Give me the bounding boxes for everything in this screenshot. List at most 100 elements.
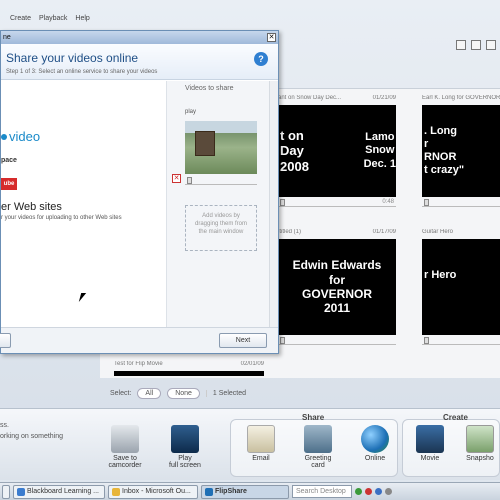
task-label: Blackboard Learning ...: [27, 488, 99, 495]
status-text: ss. orking on something: [0, 421, 63, 442]
service-label: video: [9, 129, 41, 144]
large-view-icon[interactable]: [486, 40, 496, 50]
dialog-title: Share your videos online: [6, 51, 139, 65]
flipshare-icon: [205, 487, 213, 496]
tile-thumbnail[interactable]: . Long r RNOR t crazy": [422, 105, 500, 197]
tile-date: 01/21/09: [372, 95, 396, 101]
tile-thumbnail[interactable]: r Hero: [422, 239, 500, 335]
scrub-knob[interactable]: [424, 199, 429, 206]
tile-date: 02/01/09: [240, 361, 264, 367]
clip-scrubber[interactable]: [185, 177, 257, 185]
tile-header: Earl K. Long for GOVERNOR: [422, 95, 500, 105]
tile-thumbnail[interactable]: Edwin Edwards for GOVERNOR 2011: [278, 239, 396, 335]
desktop-search-input[interactable]: Search Desktop: [292, 485, 352, 498]
close-icon[interactable]: ✕: [267, 33, 276, 42]
select-label: Select:: [110, 389, 132, 397]
tile-header: Test for Flip Movie 02/01/09: [114, 361, 264, 371]
play-fullscreen-button[interactable]: Play full screen: [160, 425, 210, 469]
service-myspace[interactable]: pace: [1, 157, 17, 164]
video-tile[interactable]: Guitar Hero r Hero: [422, 229, 500, 345]
dialog-titlebar[interactable]: ne ✕: [1, 31, 278, 44]
scrub-knob[interactable]: [187, 177, 192, 184]
grid-view-icon[interactable]: [471, 40, 481, 50]
menu-help[interactable]: Help: [75, 15, 89, 22]
selection-bar: Select: All None 1 Selected: [100, 384, 500, 402]
scrub-knob[interactable]: [280, 337, 285, 344]
menubar: Create Playback Help: [0, 10, 500, 26]
select-all-button[interactable]: All: [137, 387, 162, 399]
select-none-button[interactable]: None: [167, 387, 200, 399]
task-flipshare[interactable]: FlipShare: [201, 484, 289, 499]
remove-clip-icon[interactable]: ✕: [172, 174, 181, 183]
snapshot-icon: [466, 425, 494, 453]
create-section-title: Create: [443, 413, 468, 422]
task-outlook[interactable]: Inbox - Microsoft Ou...: [108, 484, 198, 499]
tray-icon[interactable]: [385, 488, 392, 495]
tile-scrubber[interactable]: 0:48: [350, 199, 396, 207]
view-toolbar: [456, 40, 496, 50]
tile-title: Earl K. Long for GOVERNOR: [422, 95, 500, 101]
video-tile[interactable]: ititled (1) 01/17/09 Edwin Edwards for G…: [278, 229, 396, 345]
help-icon[interactable]: ?: [254, 52, 268, 66]
play-fullscreen-icon: [171, 425, 199, 453]
next-button[interactable]: Next: [219, 333, 267, 348]
action-label: Movie: [420, 455, 440, 462]
dialog-scrollbar[interactable]: [269, 81, 278, 331]
clip-thumbnail[interactable]: [185, 121, 257, 174]
scrub-knob[interactable]: [280, 199, 285, 206]
selected-count: 1 Selected: [205, 389, 246, 397]
action-label: Email: [252, 455, 270, 462]
tile-thumbnail[interactable]: [114, 371, 264, 376]
menu-create[interactable]: Create: [10, 15, 31, 22]
video-tile[interactable]: Lamo Snow Dec. 1 0:48: [350, 105, 396, 207]
tray-icon[interactable]: [355, 488, 362, 495]
greeting-card-button[interactable]: Greeting card: [293, 425, 343, 469]
tray-icon[interactable]: [365, 488, 372, 495]
greeting-card-icon: [304, 425, 332, 453]
email-button[interactable]: Email: [236, 425, 286, 462]
tile-duration: 0:48: [382, 199, 394, 205]
service-youtube[interactable]: ube: [1, 178, 17, 190]
status-line: orking on something: [0, 432, 64, 440]
tile-title: Guitar Hero: [422, 229, 454, 235]
action-label: Greeting card: [304, 455, 332, 469]
tile-header: ititled (1) 01/17/09: [278, 229, 396, 239]
movie-button[interactable]: Movie: [405, 425, 455, 462]
dialog-step: Step 1 of 3: Select an online service to…: [6, 69, 158, 75]
scrub-knob[interactable]: [424, 337, 429, 344]
clip-label: play: [185, 109, 197, 115]
tile-title: ititled (1): [278, 229, 302, 235]
share-online-dialog: ne ✕ Share your videos online Step 1 of …: [0, 30, 279, 354]
online-button[interactable]: Online: [350, 425, 400, 462]
tray-icon[interactable]: [375, 488, 382, 495]
action-label: Save to camcorder: [108, 455, 142, 469]
status-line: ss.: [0, 422, 9, 429]
outlook-icon: [112, 487, 120, 496]
movie-clapper-icon: [416, 425, 444, 453]
back-button[interactable]: [0, 333, 11, 348]
thumb-building: [195, 131, 215, 156]
quick-launch[interactable]: [2, 484, 10, 499]
tile-scrubber[interactable]: [422, 199, 500, 207]
tile-scrubber[interactable]: [422, 337, 500, 345]
tile-header: Guitar Hero: [422, 229, 500, 239]
drop-zone[interactable]: Add videos by dragging them from the mai…: [185, 205, 257, 251]
action-panel: ss. orking on something Save to camcorde…: [0, 408, 500, 480]
save-to-camcorder-button[interactable]: Save to camcorder: [100, 425, 150, 469]
video-tile[interactable]: Test for Flip Movie 02/01/09: [114, 361, 264, 376]
dialog-titlebar-text: ne: [3, 34, 11, 41]
service-other-web-sites[interactable]: er Web sites: [1, 201, 62, 213]
online-globe-icon: [361, 425, 389, 453]
tile-scrubber[interactable]: [278, 337, 396, 345]
service-vimeo[interactable]: video: [1, 129, 40, 144]
snapshot-button[interactable]: Snapsho: [460, 425, 500, 462]
menu-playback[interactable]: Playback: [39, 15, 67, 22]
task-blackboard[interactable]: Blackboard Learning ...: [13, 484, 105, 499]
dialog-footer: Next: [0, 327, 278, 353]
list-view-icon[interactable]: [456, 40, 466, 50]
action-label: Snapsho: [466, 455, 494, 462]
tile-thumbnail[interactable]: Lamo Snow Dec. 1: [350, 105, 396, 197]
vimeo-dot-icon: [1, 133, 7, 140]
video-tile[interactable]: Earl K. Long for GOVERNOR . Long r RNOR …: [422, 95, 500, 207]
dialog-header: Share your videos online Step 1 of 3: Se…: [1, 44, 278, 80]
